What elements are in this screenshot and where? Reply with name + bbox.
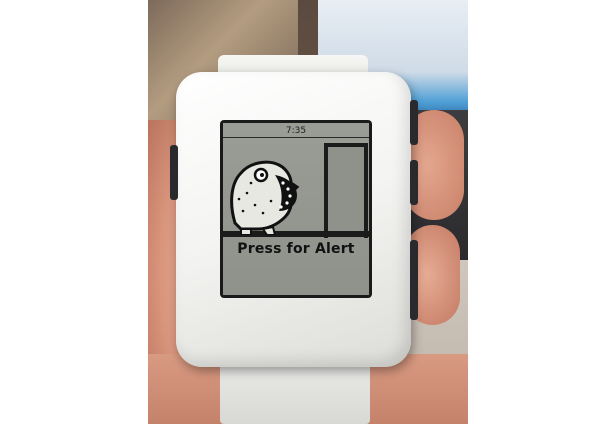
monster-icon [230,160,300,235]
down-button[interactable] [410,240,418,320]
photo-stage: 7:35 Press for Alert [0,0,615,424]
alert-message: Press for Alert [237,241,355,257]
status-time: 7:35 [285,126,307,136]
up-button[interactable] [410,100,418,145]
lcd-display: 7:35 Press for Alert [223,123,369,295]
status-divider [223,137,369,138]
select-button[interactable] [410,160,418,205]
wall-graphic [324,143,368,238]
back-button[interactable] [170,145,178,200]
watch-screen[interactable]: 7:35 Press for Alert [220,120,372,298]
photo: 7:35 Press for Alert [148,0,468,424]
